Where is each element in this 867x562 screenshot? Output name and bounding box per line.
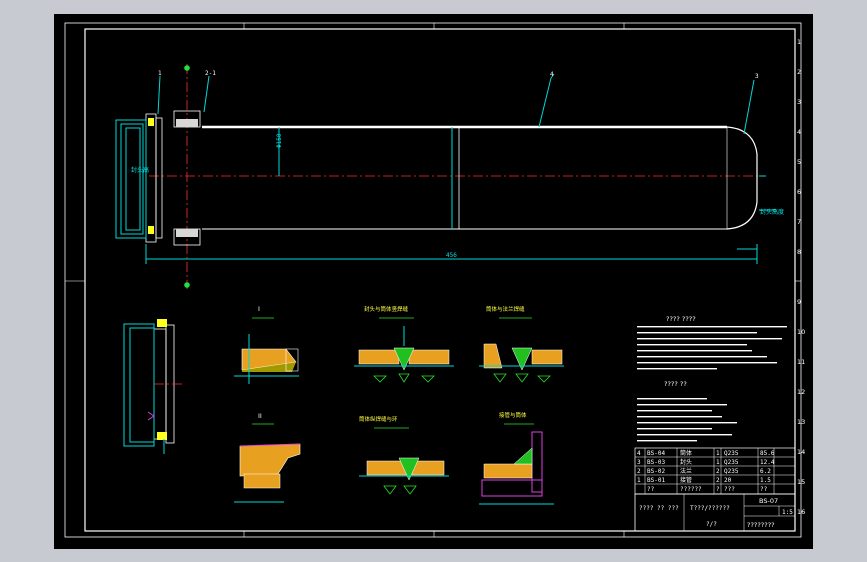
svg-text:3: 3 bbox=[637, 459, 641, 466]
svg-text:BS-01: BS-01 bbox=[647, 477, 665, 484]
part-label-4: 4 bbox=[550, 71, 554, 78]
elliptical-head bbox=[726, 126, 758, 230]
svg-text:11: 11 bbox=[797, 358, 805, 366]
bom-table[interactable]: 4 BS-04 筒体 1 Q235 85.6 3 BS-03 封头 1 Q235 12.4 2 BS-… bbox=[634, 447, 796, 495]
overall-length-text: 456 bbox=[446, 252, 457, 259]
detail-ii-nozzle[interactable]: II bbox=[234, 412, 301, 503]
title-left: ???? ?? ??? bbox=[639, 505, 679, 512]
svg-text:法兰: 法兰 bbox=[680, 467, 692, 475]
drawing-title-name: ???????? bbox=[747, 521, 775, 529]
svg-text:16: 16 bbox=[797, 508, 805, 516]
svg-text:Q235: Q235 bbox=[724, 450, 739, 457]
svg-text:1: 1 bbox=[716, 450, 720, 457]
svg-text:9: 9 bbox=[797, 298, 801, 306]
svg-text:??: ?? bbox=[647, 486, 655, 493]
svg-text:1: 1 bbox=[716, 459, 720, 466]
technical-requirements: ???? ???? ???? ?? bbox=[637, 315, 787, 442]
svg-text:封头: 封头 bbox=[680, 458, 692, 466]
flange-weld-top bbox=[148, 118, 154, 126]
svg-text:3: 3 bbox=[797, 98, 801, 106]
svg-text:接管: 接管 bbox=[680, 476, 692, 484]
svg-text:BS-02: BS-02 bbox=[647, 468, 665, 475]
svg-text:??????: ?????? bbox=[680, 486, 702, 493]
flange-section-view[interactable] bbox=[123, 319, 184, 454]
title-block[interactable]: ???? ?? ??? T???/?????? ?/? BS-07 1:5 ??… bbox=[634, 493, 796, 532]
svg-text:15: 15 bbox=[797, 478, 805, 486]
svg-text:5: 5 bbox=[797, 158, 801, 166]
detail-title-1: 封头与筒体竖焊缝 bbox=[364, 305, 409, 313]
drawing-number: ?/? bbox=[706, 521, 717, 528]
part-label-3: 3 bbox=[755, 73, 759, 80]
svg-text:???: ??? bbox=[724, 486, 735, 493]
svg-text:10: 10 bbox=[797, 328, 805, 336]
svg-text:??: ?? bbox=[760, 486, 768, 493]
svg-text:2: 2 bbox=[716, 468, 720, 475]
detail-title-3: 筒体纵焊缝与环 bbox=[359, 415, 398, 423]
svg-text:12: 12 bbox=[797, 388, 805, 396]
title-mid: T???/?????? bbox=[690, 505, 730, 512]
svg-text:20: 20 bbox=[724, 477, 732, 484]
svg-text:7: 7 bbox=[797, 218, 801, 226]
tech-req-title: ???? ???? bbox=[666, 315, 696, 323]
svg-text:BS-03: BS-03 bbox=[647, 459, 665, 466]
detail-i-flange[interactable]: I bbox=[234, 305, 299, 384]
svg-text:Q235: Q235 bbox=[724, 468, 739, 475]
detail-weld-nozzle-shell[interactable]: 接管与筒体 bbox=[479, 411, 554, 505]
svg-text:筒体: 筒体 bbox=[680, 449, 692, 457]
detail-weld-head-shell[interactable]: 封头与筒体竖焊缝 bbox=[354, 305, 454, 383]
svg-text:2: 2 bbox=[716, 477, 720, 484]
svg-text:12.4: 12.4 bbox=[760, 459, 775, 466]
flange-plate bbox=[145, 113, 157, 243]
svg-text:2: 2 bbox=[637, 468, 641, 475]
detail-weld-shell-flange[interactable]: 筒体与法兰焊缝 bbox=[479, 305, 564, 383]
svg-text:4: 4 bbox=[797, 128, 801, 136]
svg-text:2: 2 bbox=[797, 68, 801, 76]
detail-weld-longitudinal[interactable]: 筒体纵焊缝与环 bbox=[359, 415, 449, 495]
svg-text:6.2: 6.2 bbox=[760, 468, 771, 475]
detail-title-2: 筒体与法兰焊缝 bbox=[486, 305, 525, 313]
svg-text:4: 4 bbox=[637, 450, 641, 457]
cad-application-window: 12 34 56 78 9 10 11 12 13 14 15 16 456 Φ… bbox=[0, 0, 867, 562]
drawing-code: BS-07 bbox=[759, 497, 778, 505]
main-view-vessel[interactable]: 456 Φ150 封头高度 封头高 4 3 2-1 1 bbox=[115, 64, 784, 289]
svg-text:6: 6 bbox=[797, 188, 801, 196]
svg-text:1: 1 bbox=[637, 477, 641, 484]
svg-text:1.5: 1.5 bbox=[760, 477, 771, 484]
shell-id-text: Φ150 bbox=[276, 133, 283, 148]
svg-text:?: ? bbox=[716, 486, 720, 493]
nozzle-top-marker bbox=[184, 65, 190, 71]
flange-dim-text: 封头高 bbox=[131, 166, 149, 174]
drawing-viewport[interactable]: 12 34 56 78 9 10 11 12 13 14 15 16 456 Φ… bbox=[54, 14, 813, 549]
flange-weld-bottom bbox=[148, 226, 154, 234]
svg-text:8: 8 bbox=[797, 248, 801, 256]
cad-drawing-canvas[interactable]: 12 34 56 78 910 1112 1314 1516 456 Φ150 … bbox=[54, 14, 813, 549]
head-height-note: 封头高度 bbox=[760, 208, 784, 216]
svg-text:II: II bbox=[258, 412, 262, 420]
drawing-scale: 1:5 bbox=[782, 509, 793, 516]
note-title: ???? ?? bbox=[664, 380, 687, 388]
part-label-2-1: 2-1 bbox=[205, 70, 216, 77]
part-label-1: 1 bbox=[158, 70, 162, 77]
svg-text:Q235: Q235 bbox=[724, 459, 739, 466]
detail-title-4: 接管与筒体 bbox=[499, 411, 527, 419]
svg-text:13: 13 bbox=[797, 418, 805, 426]
svg-text:14: 14 bbox=[797, 448, 805, 456]
svg-text:BS-04: BS-04 bbox=[647, 450, 665, 457]
svg-text:I: I bbox=[258, 305, 260, 313]
nozzle-bottom-marker bbox=[184, 282, 190, 288]
svg-text:85.6: 85.6 bbox=[760, 450, 775, 457]
svg-text:1: 1 bbox=[797, 38, 801, 46]
